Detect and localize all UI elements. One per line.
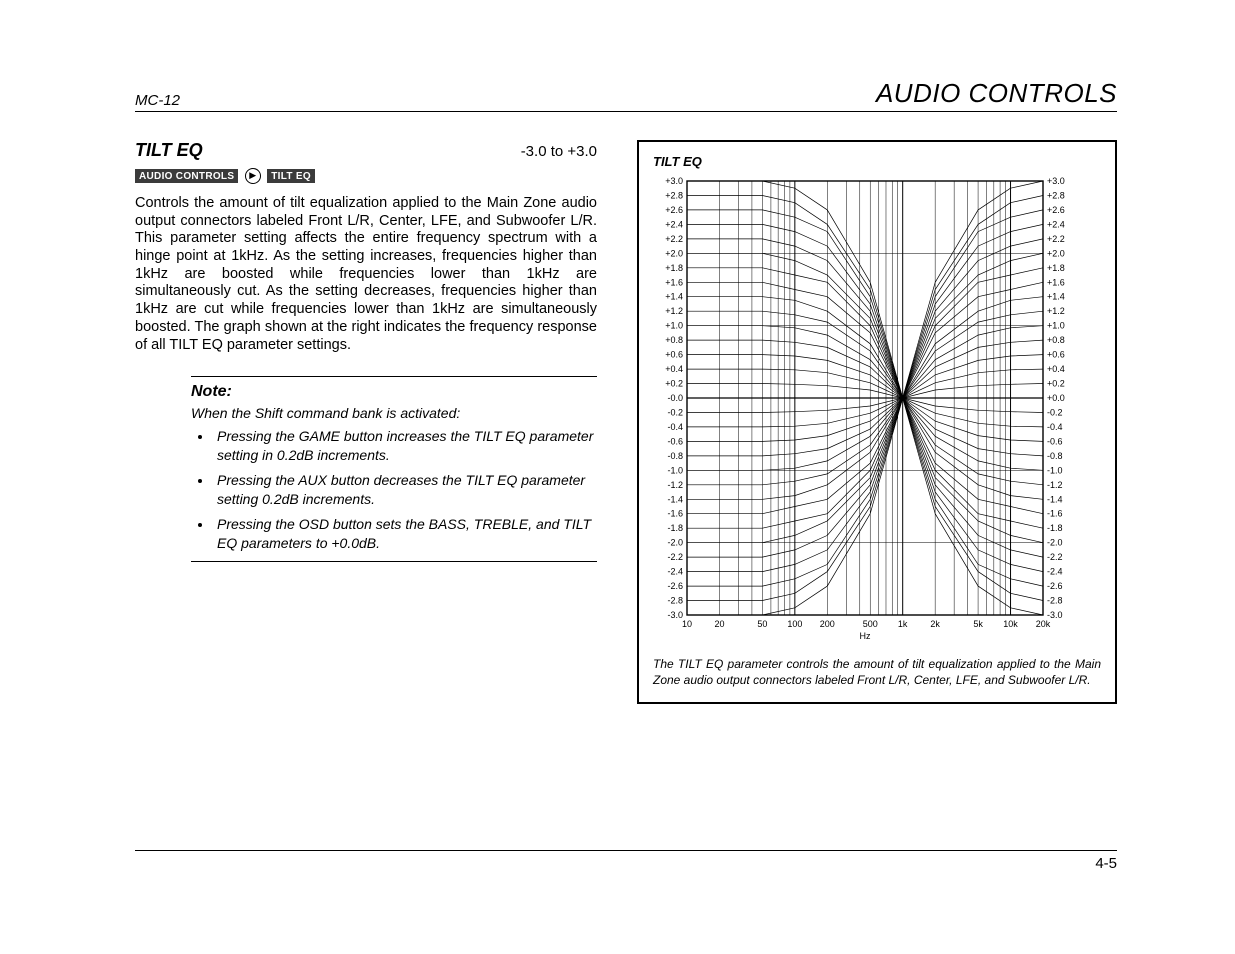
svg-text:+0.2: +0.2 xyxy=(665,379,683,389)
svg-text:50: 50 xyxy=(757,619,767,629)
svg-text:5k: 5k xyxy=(973,619,983,629)
svg-text:-0.4: -0.4 xyxy=(667,422,683,432)
param-title: TILT EQ xyxy=(135,140,203,161)
svg-text:+2.4: +2.4 xyxy=(1047,219,1065,229)
svg-text:-2.8: -2.8 xyxy=(667,596,683,606)
svg-text:-1.8: -1.8 xyxy=(667,523,683,533)
param-range: -3.0 to +3.0 xyxy=(521,143,597,160)
svg-text:1k: 1k xyxy=(898,619,908,629)
svg-text:+0.8: +0.8 xyxy=(665,335,683,345)
page-footer: 4-5 xyxy=(135,850,1117,872)
svg-text:+2.2: +2.2 xyxy=(665,234,683,244)
svg-text:-0.6: -0.6 xyxy=(1047,436,1063,446)
svg-text:+3.0: +3.0 xyxy=(665,177,683,186)
svg-text:-0.4: -0.4 xyxy=(1047,422,1063,432)
svg-text:+1.2: +1.2 xyxy=(1047,306,1065,316)
svg-text:+2.8: +2.8 xyxy=(1047,190,1065,200)
svg-text:+0.4: +0.4 xyxy=(665,364,683,374)
svg-text:-0.8: -0.8 xyxy=(667,451,683,461)
svg-text:-2.6: -2.6 xyxy=(1047,581,1063,591)
svg-text:20k: 20k xyxy=(1036,619,1051,629)
svg-text:200: 200 xyxy=(820,619,835,629)
note-box: Note: When the Shift command bank is act… xyxy=(191,368,597,561)
svg-text:+1.0: +1.0 xyxy=(665,321,683,331)
svg-text:-0.0: -0.0 xyxy=(667,393,683,403)
page-header: MC-12 AUDIO CONTROLS xyxy=(135,78,1117,112)
svg-text:2k: 2k xyxy=(930,619,940,629)
svg-text:+1.8: +1.8 xyxy=(1047,263,1065,273)
right-column: TILT EQ +3.0 +2.8 +2.6 +2.4 +2.2 +2.0 +1.8 +1.6… xyxy=(637,140,1117,704)
svg-text:+1.4: +1.4 xyxy=(665,292,683,302)
svg-text:-2.6: -2.6 xyxy=(667,581,683,591)
svg-text:-0.2: -0.2 xyxy=(667,407,683,417)
svg-text:Hz: Hz xyxy=(860,631,871,641)
svg-text:-2.4: -2.4 xyxy=(667,567,683,577)
note-subtitle: When the Shift command bank is activated… xyxy=(191,405,597,421)
svg-text:+2.4: +2.4 xyxy=(665,219,683,229)
note-item: Pressing the GAME button increases the T… xyxy=(213,427,597,465)
svg-text:+3.0: +3.0 xyxy=(1047,177,1065,186)
chart-title: TILT EQ xyxy=(653,154,1101,169)
svg-text:-1.2: -1.2 xyxy=(1047,480,1063,490)
breadcrumb: AUDIO CONTROLS ▶ TILT EQ xyxy=(135,167,597,185)
svg-text:+0.8: +0.8 xyxy=(1047,335,1065,345)
svg-text:100: 100 xyxy=(787,619,802,629)
svg-text:+0.4: +0.4 xyxy=(1047,364,1065,374)
svg-text:+0.6: +0.6 xyxy=(665,350,683,360)
svg-text:-2.2: -2.2 xyxy=(1047,552,1063,562)
note-item: Pressing the OSD button sets the BASS, T… xyxy=(213,515,597,553)
svg-text:+2.6: +2.6 xyxy=(1047,205,1065,215)
body-text: Controls the amount of tilt equalization… xyxy=(135,195,597,354)
svg-text:-2.4: -2.4 xyxy=(1047,567,1063,577)
svg-text:+0.2: +0.2 xyxy=(1047,379,1065,389)
header-right: AUDIO CONTROLS xyxy=(876,78,1117,109)
svg-text:-2.2: -2.2 xyxy=(667,552,683,562)
note-title: Note: xyxy=(191,383,597,401)
header-left: MC-12 xyxy=(135,92,180,109)
svg-text:+1.2: +1.2 xyxy=(665,306,683,316)
svg-text:10: 10 xyxy=(682,619,692,629)
svg-text:-1.0: -1.0 xyxy=(1047,465,1063,475)
svg-text:-0.8: -0.8 xyxy=(1047,451,1063,461)
svg-text:20: 20 xyxy=(714,619,724,629)
svg-text:-1.4: -1.4 xyxy=(667,494,683,504)
note-item: Pressing the AUX button decreases the TI… xyxy=(213,471,597,509)
breadcrumb-a: AUDIO CONTROLS xyxy=(135,169,238,183)
chart-caption: The TILT EQ parameter controls the amoun… xyxy=(653,657,1101,688)
svg-text:+0.0: +0.0 xyxy=(1047,393,1065,403)
svg-text:-1.6: -1.6 xyxy=(667,509,683,519)
svg-text:500: 500 xyxy=(863,619,878,629)
svg-text:+1.6: +1.6 xyxy=(665,277,683,287)
page-number: 4-5 xyxy=(1095,855,1117,872)
svg-text:+1.8: +1.8 xyxy=(665,263,683,273)
svg-text:10k: 10k xyxy=(1003,619,1018,629)
svg-text:+1.0: +1.0 xyxy=(1047,321,1065,331)
svg-text:-1.8: -1.8 xyxy=(1047,523,1063,533)
svg-text:-0.2: -0.2 xyxy=(1047,407,1063,417)
tilt-eq-chart: +3.0 +2.8 +2.6 +2.4 +2.2 +2.0 +1.8 +1.6 +1.4 +1.2… xyxy=(653,177,1073,647)
svg-text:+0.6: +0.6 xyxy=(1047,350,1065,360)
svg-text:+2.0: +2.0 xyxy=(665,248,683,258)
svg-text:-1.2: -1.2 xyxy=(667,480,683,490)
svg-text:+1.4: +1.4 xyxy=(1047,292,1065,302)
svg-text:+2.2: +2.2 xyxy=(1047,234,1065,244)
svg-text:+2.6: +2.6 xyxy=(665,205,683,215)
svg-text:+1.6: +1.6 xyxy=(1047,277,1065,287)
svg-text:+2.0: +2.0 xyxy=(1047,248,1065,258)
svg-text:-0.6: -0.6 xyxy=(667,436,683,446)
svg-text:-2.0: -2.0 xyxy=(1047,538,1063,548)
chevron-right-icon: ▶ xyxy=(245,168,261,184)
svg-text:-1.4: -1.4 xyxy=(1047,494,1063,504)
left-column: TILT EQ -3.0 to +3.0 AUDIO CONTROLS ▶ TI… xyxy=(135,140,597,704)
svg-text:-2.8: -2.8 xyxy=(1047,596,1063,606)
svg-text:-1.6: -1.6 xyxy=(1047,509,1063,519)
svg-text:-3.0: -3.0 xyxy=(667,610,683,620)
chart-panel: TILT EQ +3.0 +2.8 +2.6 +2.4 +2.2 +2.0 +1.8 +1.6… xyxy=(637,140,1117,704)
svg-text:-2.0: -2.0 xyxy=(667,538,683,548)
breadcrumb-b: TILT EQ xyxy=(267,169,315,183)
svg-text:-1.0: -1.0 xyxy=(667,465,683,475)
svg-text:+2.8: +2.8 xyxy=(665,190,683,200)
